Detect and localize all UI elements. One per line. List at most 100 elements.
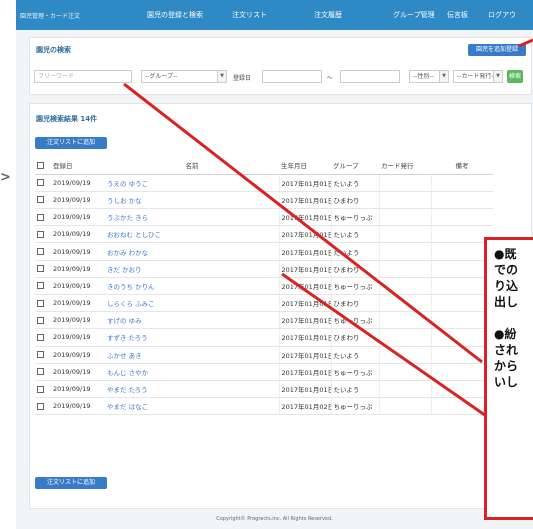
gender-select-value: --性別-- <box>413 73 434 80</box>
checkbox-icon[interactable] <box>37 248 44 256</box>
checkbox-icon[interactable] <box>37 351 44 359</box>
row-checkbox[interactable] <box>35 225 51 244</box>
table-row[interactable]: 2019/09/19 やまだ たろう 2017年01月01日 たいよう <box>35 380 493 399</box>
child-name-link[interactable]: すげの ゆみ <box>105 311 279 330</box>
add-to-order-list-button-bottom[interactable]: 注文リストに追加 <box>35 477 107 489</box>
checkbox-icon[interactable] <box>37 213 44 221</box>
column-header-memo[interactable]: 備考 <box>431 157 493 175</box>
select-all-checkbox[interactable] <box>35 157 51 175</box>
child-name-link[interactable]: うしお かな <box>105 191 279 210</box>
card-issue-cell <box>378 260 431 278</box>
table-row[interactable]: 2019/09/19 すげの ゆみ 2017年01月01日 ちゅーりっぷ <box>35 311 493 330</box>
checkbox-icon[interactable] <box>37 402 44 410</box>
add-child-button[interactable]: 園児を追加登録 <box>468 44 526 56</box>
checkbox-icon[interactable] <box>37 282 44 290</box>
callout-line: 出し <box>494 295 519 309</box>
nav-item-board[interactable]: 伝言板 <box>447 10 468 20</box>
row-checkbox[interactable] <box>35 208 51 227</box>
child-name-link[interactable]: おおねむ としひこ <box>105 225 279 244</box>
column-header-birthday[interactable]: 生年月日 <box>279 157 331 175</box>
checkbox-icon[interactable] <box>37 333 44 341</box>
table-row[interactable]: 2019/09/19 すずき たろう 2017年01月01日 ひまわり <box>35 328 493 347</box>
results-panel: 園児検索結果 14件 注文リストに追加 登録日 名前 生年月日 グループ カード… <box>29 103 532 509</box>
row-checkbox[interactable] <box>35 397 51 416</box>
card-issue-cell <box>378 208 431 227</box>
card-issue-select[interactable]: --カード発行-- ▼ <box>453 70 503 83</box>
checkbox-icon[interactable] <box>37 316 44 324</box>
column-header-name[interactable]: 名前 <box>105 157 279 175</box>
nav-item-register[interactable]: 園児の登録と検索 <box>147 10 203 20</box>
card-issue-cell <box>378 191 431 210</box>
callout-line: から <box>494 359 519 373</box>
table-row[interactable]: 2019/09/19 もんじ さやか 2017年01月01日 ちゅーりっぷ <box>35 363 493 381</box>
row-checkbox[interactable] <box>35 294 51 313</box>
table-row[interactable]: 2019/09/19 おかみ わかな 2017年01月01日 たいよう <box>35 242 493 261</box>
child-name-link[interactable]: すずき たろう <box>105 328 279 347</box>
table-row[interactable]: 2019/09/19 うえの ゆうこ 2017年01月01日 たいよう <box>35 174 493 192</box>
group-cell: たいよう <box>330 225 379 244</box>
row-checkbox[interactable] <box>35 363 51 381</box>
group-cell: たいよう <box>330 380 379 399</box>
gender-select[interactable]: --性別-- ▼ <box>409 70 449 83</box>
nav-item-order-history[interactable]: 注文履歴 <box>314 10 342 20</box>
row-checkbox[interactable] <box>35 174 51 192</box>
add-to-order-list-button-top[interactable]: 注文リストに追加 <box>35 137 107 149</box>
child-name-link[interactable]: ふかせ あき <box>105 346 279 364</box>
column-header-group[interactable]: グループ <box>331 157 379 175</box>
checkbox-icon[interactable] <box>37 196 44 204</box>
checkbox-icon[interactable] <box>37 385 44 393</box>
row-checkbox[interactable] <box>35 328 51 347</box>
row-checkbox[interactable] <box>35 242 51 261</box>
checkbox-icon[interactable] <box>37 368 44 376</box>
table-row[interactable]: 2019/09/19 しらくら ふみこ 2017年01月01日 ひまわり <box>35 294 493 313</box>
checkbox-icon[interactable] <box>37 179 44 187</box>
group-cell: ちゅーりっぷ <box>330 311 379 330</box>
nav-item-logout[interactable]: ログアウ <box>488 10 516 20</box>
child-name-link[interactable]: もんじ さやか <box>105 363 279 381</box>
card-issue-cell <box>378 242 431 261</box>
row-checkbox[interactable] <box>35 260 51 278</box>
search-panel-title: 園児の検索 <box>36 46 71 54</box>
child-name-link[interactable]: やまだ はなこ <box>105 397 279 416</box>
child-name-link[interactable]: やまだ たろう <box>105 380 279 399</box>
registered-date-cell: 2019/09/19 <box>51 311 105 330</box>
table-row[interactable]: 2019/09/19 うぶかた きら 2017年01月01日 ちゅーりっぷ <box>35 208 493 227</box>
child-name-link[interactable]: きだ かおり <box>105 260 279 278</box>
date-from-input[interactable] <box>262 70 322 83</box>
callout-line: され <box>494 343 519 357</box>
child-name-link[interactable]: しらくら ふみこ <box>105 294 279 313</box>
table-row[interactable]: 2019/09/19 ふかせ あき 2017年01月01日 たいよう <box>35 346 493 364</box>
table-row[interactable]: 2019/09/19 うしお かな 2017年01月01日 ひまわり <box>35 191 493 210</box>
column-header-card[interactable]: カード発行 <box>379 157 431 175</box>
table-row[interactable]: 2019/09/19 きだ かおり 2017年01月01日 ひまわり <box>35 260 493 278</box>
chevron-down-icon: ▼ <box>439 71 448 82</box>
checkbox-icon[interactable] <box>37 299 44 307</box>
nav-item-group[interactable]: グループ管理 <box>393 10 435 20</box>
table-row[interactable]: 2019/09/19 やまだ はなこ 2017年01月02日 ちゅーりっぷ <box>35 397 493 416</box>
search-button[interactable]: 検索 <box>507 70 523 83</box>
group-select-value: --グループ-- <box>145 73 178 80</box>
table-row[interactable]: 2019/09/19 きのうち かりん 2017年01月01日 ちゅーりっぷ <box>35 277 493 296</box>
birthday-cell: 2017年01月01日 <box>278 380 331 399</box>
date-to-input[interactable] <box>340 70 400 83</box>
callout-line: ●既 <box>494 247 517 261</box>
chevron-down-icon: ▼ <box>217 71 226 82</box>
row-checkbox[interactable] <box>35 191 51 210</box>
child-name-link[interactable]: きのうち かりん <box>105 277 279 296</box>
row-checkbox[interactable] <box>35 380 51 399</box>
group-select[interactable]: --グループ-- ▼ <box>141 70 227 83</box>
row-checkbox[interactable] <box>35 277 51 296</box>
child-name-link[interactable]: うえの ゆうこ <box>105 174 279 192</box>
registered-date-cell: 2019/09/19 <box>51 174 105 192</box>
row-checkbox[interactable] <box>35 346 51 364</box>
row-checkbox[interactable] <box>35 311 51 330</box>
nav-item-order-list[interactable]: 注文リスト <box>232 10 267 20</box>
app-brand[interactable]: 園児管理・カード注文 <box>20 11 80 20</box>
checkbox-icon[interactable] <box>37 230 44 238</box>
table-row[interactable]: 2019/09/19 おおねむ としひこ 2017年01月01日 たいよう <box>35 225 493 244</box>
child-name-link[interactable]: おかみ わかな <box>105 242 279 261</box>
column-header-registered[interactable]: 登録日 <box>51 157 105 175</box>
keyword-input[interactable]: フリーワード <box>34 70 132 83</box>
child-name-link[interactable]: うぶかた きら <box>105 208 279 227</box>
checkbox-icon[interactable] <box>37 265 44 273</box>
